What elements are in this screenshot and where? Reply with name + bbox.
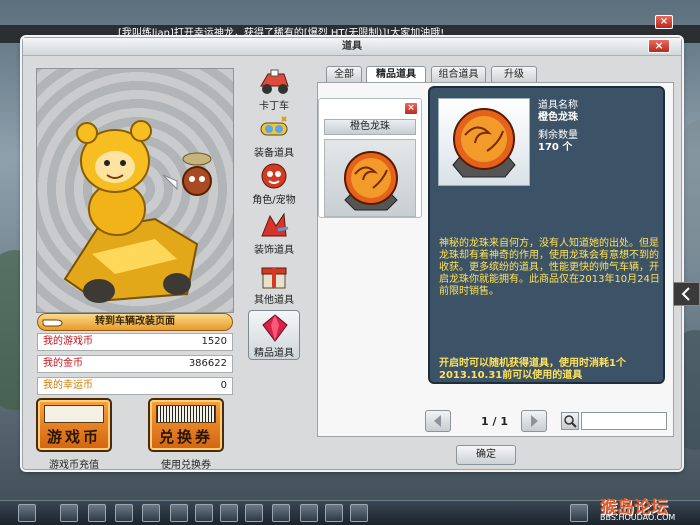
taskbar-window-icon[interactable] bbox=[570, 504, 588, 522]
go-to-kart-remodel-button[interactable]: 转到车辆改装页面 bbox=[37, 313, 233, 331]
item-detail-image bbox=[438, 98, 530, 186]
item-name-value: 橙色龙珠 bbox=[538, 112, 578, 123]
pointing-hand-icon bbox=[42, 319, 63, 327]
coin-card-icon bbox=[44, 405, 104, 423]
gold-coin-row: 我的金币 386622 bbox=[37, 355, 233, 373]
lucky-coin-row: 我的幸运币 0 bbox=[37, 377, 233, 395]
taskbar-chat-icon[interactable] bbox=[325, 504, 343, 522]
item-card-close-button[interactable]: × bbox=[404, 102, 418, 115]
category-label: 装饰道具 bbox=[254, 245, 294, 256]
confirm-button[interactable]: 确定 bbox=[456, 445, 516, 465]
character-pet-icon bbox=[261, 163, 287, 189]
watermark-url: BBS.HOUDAO.COM bbox=[600, 513, 676, 522]
arrow-left-icon bbox=[681, 287, 690, 301]
game-coin-label: 我的游戏币 bbox=[43, 336, 93, 347]
side-collapse-button[interactable] bbox=[673, 282, 700, 306]
item-card-thumbnail bbox=[324, 139, 416, 217]
category-label: 卡丁车 bbox=[259, 101, 289, 112]
search-input[interactable] bbox=[581, 412, 667, 430]
game-coin-recharge-button[interactable]: 游戏币 bbox=[36, 398, 112, 452]
category-label: 装备道具 bbox=[254, 148, 294, 159]
goggles-icon bbox=[260, 116, 288, 136]
arrow-left-icon bbox=[434, 415, 441, 427]
taskbar-home-icon[interactable] bbox=[115, 504, 133, 522]
item-description: 神秘的龙珠来自何方，没有人知道她的出处。但是龙珠却有着神奇的作用，使用龙珠会有意… bbox=[439, 238, 660, 297]
category-other[interactable]: 其他道具 bbox=[248, 260, 300, 308]
game-coin-row: 我的游戏币 1520 bbox=[37, 333, 233, 351]
gift-box-icon bbox=[261, 267, 287, 289]
item-card[interactable]: × 橙色龙珠 bbox=[318, 98, 422, 218]
tab-all[interactable]: 全部 bbox=[326, 66, 362, 82]
redeem-voucher-caption: 使用兑换券 bbox=[161, 460, 211, 471]
redeem-button-label: 兑换券 bbox=[158, 428, 213, 446]
category-character-pet[interactable]: 角色/宠物 bbox=[248, 160, 300, 208]
decoration-icon bbox=[261, 212, 289, 237]
taskbar-rank-icon[interactable] bbox=[300, 504, 318, 522]
game-coin-button-label: 游戏币 bbox=[46, 428, 101, 446]
broadcast-close-button[interactable]: × bbox=[655, 15, 673, 29]
avatar-preview bbox=[36, 68, 234, 313]
redeem-voucher-button[interactable]: 兑换券 bbox=[148, 398, 224, 452]
category-label: 其他道具 bbox=[254, 295, 294, 306]
taskbar-friend-icon[interactable] bbox=[220, 504, 238, 522]
page-indicator: 1 / 1 bbox=[481, 415, 508, 428]
search-button[interactable] bbox=[561, 412, 579, 430]
barcode-icon bbox=[156, 405, 216, 423]
item-window: 道具 × 转到车辆改装页面 我的游戏币 1520 我的金币 386622 我的幸… bbox=[22, 37, 682, 471]
tab-premium[interactable]: 精品道具 bbox=[366, 66, 426, 83]
taskbar-back-icon[interactable] bbox=[60, 504, 78, 522]
category-decoration[interactable]: 装饰道具 bbox=[248, 210, 300, 258]
tab-upgrade[interactable]: 升级 bbox=[491, 66, 537, 82]
orange-dragon-ball-icon bbox=[344, 151, 398, 211]
character-kart-image bbox=[63, 120, 212, 303]
orange-dragon-ball-icon bbox=[452, 108, 516, 178]
remodel-button-label: 转到车辆改装页面 bbox=[95, 316, 175, 327]
game-coin-recharge-caption: 游戏币充值 bbox=[49, 460, 99, 471]
category-label: 角色/宠物 bbox=[252, 195, 296, 206]
category-equipment[interactable]: 装备道具 bbox=[248, 113, 300, 161]
lucky-coin-value: 0 bbox=[220, 380, 227, 391]
item-effect: 开启时可以随机获得道具，使用时消耗1个2013.10.31前可以使用的道具 bbox=[439, 358, 626, 381]
window-close-button[interactable]: × bbox=[648, 39, 670, 53]
taskbar-tool-icon[interactable] bbox=[142, 504, 160, 522]
gold-coin-value: 386622 bbox=[188, 358, 227, 369]
window-title: 道具 bbox=[23, 38, 681, 56]
game-coin-value: 1520 bbox=[201, 336, 227, 347]
next-page-button[interactable] bbox=[521, 410, 547, 432]
lucky-coin-label: 我的幸运币 bbox=[43, 380, 93, 391]
tab-combo[interactable]: 组合道具 bbox=[431, 66, 486, 82]
search-icon bbox=[564, 415, 577, 428]
category-premium[interactable]: 精品道具 bbox=[248, 310, 300, 360]
item-detail-panel: 道具名称 橙色龙珠 剩余数量 170 个 神秘的龙珠来自何方，没有人知道她的出处… bbox=[428, 86, 665, 384]
kart-icon bbox=[260, 69, 289, 94]
taskbar-pet-icon[interactable] bbox=[245, 504, 263, 522]
category-label: 精品道具 bbox=[254, 348, 294, 359]
start-icon[interactable] bbox=[18, 504, 36, 522]
taskbar-shop-icon[interactable] bbox=[88, 504, 106, 522]
arrow-right-icon bbox=[531, 415, 538, 427]
quantity-value: 170 个 bbox=[538, 142, 573, 153]
gold-coin-label: 我的金币 bbox=[43, 358, 83, 369]
taskbar-mail-icon[interactable] bbox=[272, 504, 290, 522]
taskbar-kart-icon[interactable] bbox=[170, 504, 188, 522]
prev-page-button[interactable] bbox=[425, 410, 451, 432]
category-kart[interactable]: 卡丁车 bbox=[248, 66, 300, 114]
taskbar-settings-icon[interactable] bbox=[350, 504, 368, 522]
item-card-name: 橙色龙珠 bbox=[324, 119, 416, 135]
taskbar-team-icon[interactable] bbox=[195, 504, 213, 522]
red-gem-icon bbox=[262, 314, 288, 342]
